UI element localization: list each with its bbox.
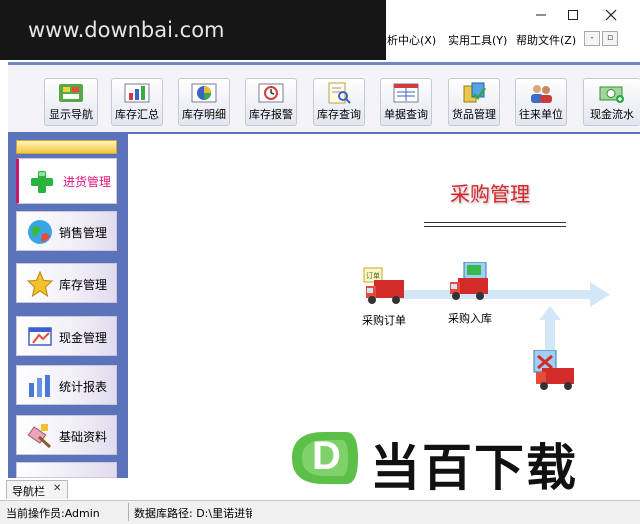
status-bar: 当前操作员:Admin 数据库路径: D:\里诺进销存: [0, 500, 640, 524]
navigation-bar-tab[interactable]: 导航栏 ✕: [6, 480, 68, 499]
globe-icon: [27, 219, 53, 245]
toolbar-label: 库存明细: [182, 108, 226, 121]
brand-name: 当百下载: [370, 439, 578, 497]
toolbar-cash-flow-button[interactable]: 现金流水: [583, 78, 640, 126]
toolbar-stock-alarm-button[interactable]: 库存报警: [245, 78, 297, 126]
flow-arrow-horizontal: [400, 282, 610, 307]
purchase-stock-in-icon[interactable]: [448, 261, 494, 306]
pie-chart-icon: [191, 82, 217, 104]
tools-icon: [27, 423, 53, 449]
nav-label: 基础资料: [59, 430, 108, 444]
toolbar-show-navigation-button[interactable]: 显示导航: [44, 78, 98, 126]
status-db-path: 数据库路径: D:\里诺进销存: [134, 507, 252, 520]
maximize-icon: [568, 10, 578, 20]
nav-cash-management[interactable]: 现金管理: [16, 316, 117, 356]
toolbar-label: 往来单位: [519, 108, 563, 121]
nav-label: 销售管理: [59, 226, 108, 240]
menu-tools[interactable]: 实用工具(Y): [448, 32, 507, 48]
brand-logo-icon: D: [286, 426, 362, 490]
alarm-icon: [258, 82, 284, 104]
nav-header-bar: [16, 140, 117, 154]
toolbar-stock-detail-button[interactable]: 库存明细: [178, 78, 230, 126]
plus-icon: [29, 169, 55, 195]
toolbar-stock-summary-button[interactable]: 库存汇总: [111, 78, 163, 126]
toolbar-goods-management-button[interactable]: 货品管理: [448, 78, 500, 126]
status-divider: [128, 503, 129, 521]
bar-chart-icon: [124, 82, 150, 104]
form-icon: [393, 82, 419, 104]
nav-sales-management[interactable]: 销售管理: [16, 211, 117, 251]
svg-text:订单: 订单: [366, 271, 380, 280]
nav-label: 统计报表: [59, 380, 108, 394]
close-icon: [605, 9, 617, 21]
tab-close-icon[interactable]: ✕: [53, 483, 61, 494]
close-button[interactable]: [596, 5, 626, 25]
toolbar-label: 库存查询: [317, 108, 361, 121]
nav-label: 现金管理: [59, 331, 108, 345]
search-document-icon: [326, 82, 352, 104]
navigation-icon: [58, 82, 84, 104]
toolbar-label: 现金流水: [590, 108, 634, 121]
nav-label: 进货管理: [63, 175, 112, 189]
workspace-title: 采购管理: [450, 182, 530, 206]
purchase-order-label[interactable]: 采购订单: [362, 312, 406, 328]
nav-basic-data[interactable]: 基础资料: [16, 415, 117, 455]
toolbar-label: 库存汇总: [115, 108, 159, 121]
minimize-button[interactable]: [526, 5, 556, 25]
mdi-restore-button[interactable]: ▫: [602, 31, 618, 46]
nav-label: 库存管理: [59, 278, 108, 292]
goods-icon: [461, 82, 487, 104]
watermark-banner: www.downbai.com: [0, 0, 386, 60]
nav-item-partial[interactable]: [16, 462, 117, 478]
menu-help[interactable]: 帮助文件(Z): [516, 32, 576, 48]
title-underline: [424, 222, 566, 227]
money-icon: [599, 82, 625, 104]
tab-label: 导航栏: [12, 485, 45, 498]
toolbar-partners-button[interactable]: 往来单位: [515, 78, 567, 126]
nav-purchase-management[interactable]: 进货管理: [16, 158, 117, 204]
minimize-icon: [536, 14, 546, 16]
purchase-order-icon[interactable]: 订单: [362, 266, 408, 310]
purchase-return-icon[interactable]: [532, 349, 578, 394]
toolbar-stock-query-button[interactable]: 库存查询: [313, 78, 365, 126]
cash-icon: [27, 324, 53, 350]
brand-letter: D: [312, 434, 341, 478]
status-operator: 当前操作员:Admin: [6, 507, 100, 520]
flow-arrow-vertical: [539, 306, 561, 354]
nav-statistics-report[interactable]: 统计报表: [16, 365, 117, 405]
nav-inventory-management[interactable]: 库存管理: [16, 263, 117, 303]
mdi-minimize-button[interactable]: -: [584, 31, 600, 46]
maximize-button[interactable]: [558, 5, 588, 25]
star-icon: [26, 270, 54, 298]
toolbar-label: 货品管理: [452, 108, 496, 121]
report-icon: [27, 373, 53, 399]
toolbar-label: 显示导航: [49, 108, 93, 121]
toolbar-label: 单据查询: [384, 108, 428, 121]
toolbar-label: 库存报警: [249, 108, 293, 121]
users-icon: [528, 82, 554, 104]
purchase-stock-in-label[interactable]: 采购入库: [448, 310, 492, 326]
toolbar-document-query-button[interactable]: 单据查询: [380, 78, 432, 126]
